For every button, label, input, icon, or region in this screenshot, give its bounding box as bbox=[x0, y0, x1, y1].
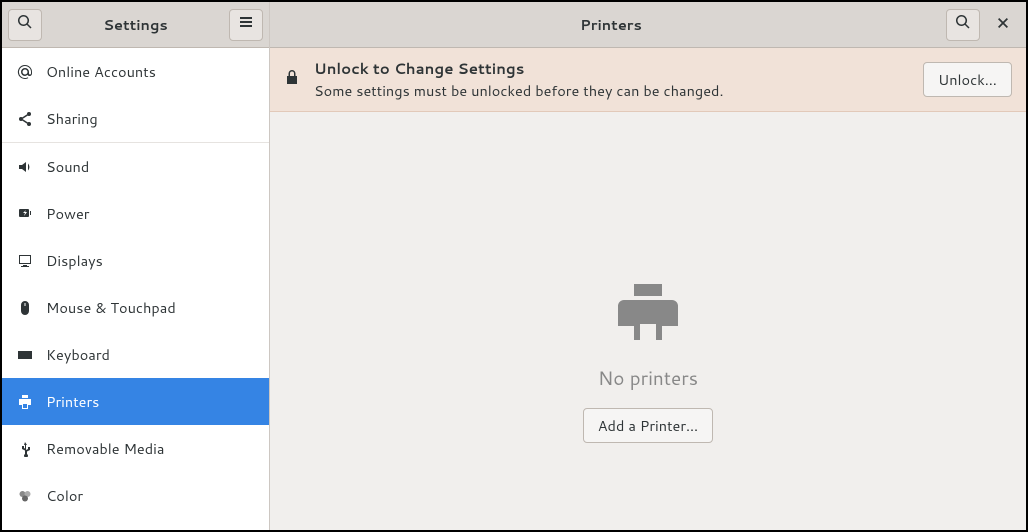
add-printer-button[interactable]: Add a Printer… bbox=[583, 408, 713, 443]
sidebar-item-sharing[interactable]: Sharing bbox=[2, 95, 269, 142]
sidebar-item-sound[interactable]: Sound bbox=[2, 143, 269, 190]
keyboard-icon bbox=[16, 346, 34, 364]
sidebar-item-removable-media[interactable]: Removable Media bbox=[2, 425, 269, 472]
sidebar-item-color[interactable]: Color bbox=[2, 472, 269, 519]
sidebar-item-printers[interactable]: Printers bbox=[2, 378, 269, 425]
main-content: No printers Add a Printer… bbox=[270, 112, 1026, 530]
printer-icon bbox=[612, 280, 684, 349]
display-icon bbox=[16, 252, 34, 270]
sidebar-item-mouse-touchpad[interactable]: Mouse & Touchpad bbox=[2, 284, 269, 331]
sound-icon bbox=[16, 158, 34, 176]
search-icon bbox=[955, 14, 971, 35]
at-icon bbox=[16, 63, 34, 81]
sidebar-item-label: Removable Media bbox=[46, 438, 164, 459]
sidebar-item-label: Mouse & Touchpad bbox=[46, 297, 176, 318]
sidebar-item-label: Power bbox=[46, 203, 89, 224]
power-icon bbox=[16, 205, 34, 223]
unlock-infobar: Unlock to Change Settings Some settings … bbox=[270, 48, 1026, 112]
page-title: Printers bbox=[499, 14, 722, 35]
main-search-button[interactable] bbox=[946, 9, 980, 41]
color-icon bbox=[16, 487, 34, 505]
sidebar-item-label: Online Accounts bbox=[46, 61, 156, 82]
sidebar-item-label: Displays bbox=[46, 250, 103, 271]
lock-icon bbox=[284, 69, 300, 90]
sidebar-item-label: Keyboard bbox=[46, 344, 110, 365]
sidebar-item-label: Sharing bbox=[46, 108, 98, 129]
search-icon bbox=[17, 14, 33, 35]
mouse-icon bbox=[16, 299, 34, 317]
printer-icon bbox=[16, 393, 34, 411]
menu-button[interactable] bbox=[229, 9, 263, 41]
search-button[interactable] bbox=[8, 9, 42, 41]
usb-icon bbox=[16, 440, 34, 458]
main-headerbar: Printers bbox=[270, 2, 1026, 48]
infobar-message: Unlock to Change Settings Some settings … bbox=[314, 58, 909, 101]
sidebar-item-label: Color bbox=[46, 485, 83, 506]
main-panel: Printers Unlock to Change Settings Some … bbox=[270, 2, 1026, 530]
sidebar-headerbar: Settings bbox=[2, 2, 269, 48]
hamburger-icon bbox=[238, 14, 254, 35]
share-icon bbox=[16, 110, 34, 128]
sidebar-item-online-accounts[interactable]: Online Accounts bbox=[2, 48, 269, 95]
sidebar: Settings Online Accounts Sharing Sound Powe… bbox=[2, 2, 270, 530]
unlock-button[interactable]: Unlock… bbox=[923, 62, 1012, 97]
sidebar-item-power[interactable]: Power bbox=[2, 190, 269, 237]
sidebar-item-label: Printers bbox=[46, 391, 99, 412]
infobar-subtitle: Some settings must be unlocked before th… bbox=[314, 80, 909, 101]
infobar-title: Unlock to Change Settings bbox=[314, 58, 909, 79]
sidebar-item-label: Sound bbox=[46, 156, 89, 177]
sidebar-item-keyboard[interactable]: Keyboard bbox=[2, 331, 269, 378]
empty-state-text: No printers bbox=[598, 365, 698, 392]
sidebar-nav-list: Online Accounts Sharing Sound Power Displays… bbox=[2, 48, 269, 530]
close-button[interactable] bbox=[986, 9, 1020, 41]
sidebar-title: Settings bbox=[42, 14, 229, 35]
sidebar-item-displays[interactable]: Displays bbox=[2, 237, 269, 284]
close-icon bbox=[996, 14, 1010, 35]
